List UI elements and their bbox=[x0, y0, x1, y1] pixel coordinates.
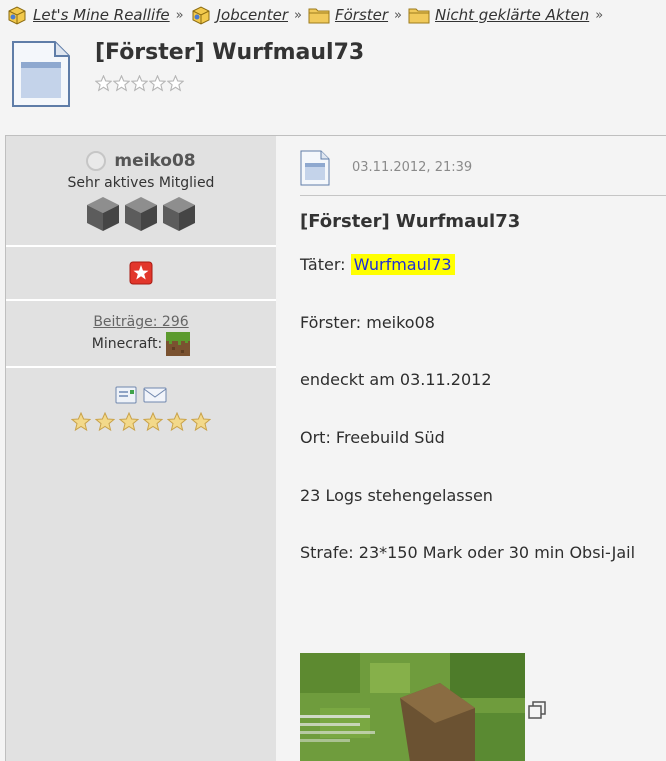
post-line-taeter: Täter: Wurfmaul73 bbox=[300, 254, 455, 275]
gold-star-icon bbox=[95, 412, 115, 432]
gold-star-icon bbox=[167, 412, 187, 432]
profile-card-icon[interactable] bbox=[115, 386, 137, 404]
breadcrumb-item-foerster[interactable]: Förster bbox=[308, 6, 388, 24]
breadcrumb-label: Nicht geklärte Akten bbox=[435, 6, 590, 24]
post-title: [Förster] Wurfmaul73 bbox=[300, 211, 521, 232]
stone-cube-icon bbox=[163, 197, 195, 231]
minecraft-screenshot[interactable] bbox=[300, 653, 525, 761]
author-contact bbox=[6, 368, 276, 448]
offline-status-icon bbox=[86, 151, 107, 171]
author-stats: Beiträge: 296 Minecraft: bbox=[6, 301, 276, 368]
breadcrumb-label: Let's Mine Reallife bbox=[33, 6, 170, 24]
breadcrumb-separator: » bbox=[595, 7, 604, 23]
gold-star-icon bbox=[191, 412, 211, 432]
grass-block-icon bbox=[166, 332, 191, 356]
empty-star-icon bbox=[167, 75, 184, 92]
breadcrumb-item-lets-mine-reallife[interactable]: Let's Mine Reallife bbox=[6, 5, 170, 25]
breadcrumb-separator: » bbox=[394, 7, 403, 23]
breadcrumb-separator: » bbox=[294, 7, 302, 23]
breadcrumb: Let's Mine Reallife » Jobcenter » Förste… bbox=[6, 3, 609, 27]
post-date: 03.11.2012, 21:39 bbox=[352, 160, 473, 175]
author-name-row: meiko08 bbox=[6, 151, 276, 171]
gold-star-icon bbox=[119, 412, 139, 432]
minecraft-label: Minecraft: bbox=[91, 336, 163, 352]
thread-rating[interactable] bbox=[95, 75, 184, 92]
author-sidebar: meiko08 Sehr aktives Mitglied Beiträge: … bbox=[6, 136, 276, 761]
empty-star-icon bbox=[149, 75, 166, 92]
rank-stars bbox=[6, 412, 276, 432]
envelope-icon[interactable] bbox=[143, 386, 167, 404]
post-document-icon bbox=[300, 150, 330, 186]
page-title: [Förster] Wurfmaul73 bbox=[95, 40, 365, 65]
enlarge-image-icon[interactable] bbox=[528, 701, 546, 719]
post-message: 03.11.2012, 21:39 [Förster] Wurfmaul73 T… bbox=[276, 136, 666, 761]
post: meiko08 Sehr aktives Mitglied Beiträge: … bbox=[5, 135, 666, 761]
board-icon bbox=[192, 6, 210, 25]
author-info: meiko08 Sehr aktives Mitglied bbox=[6, 136, 276, 247]
breadcrumb-label: Jobcenter bbox=[216, 6, 288, 24]
award-star-icon bbox=[129, 261, 153, 285]
post-line: endeckt am 03.11.2012 bbox=[300, 370, 492, 389]
message-header: 03.11.2012, 21:39 bbox=[300, 148, 666, 196]
author-rank: Sehr aktives Mitglied bbox=[67, 175, 215, 191]
contact-icons bbox=[6, 386, 276, 404]
breadcrumb-separator: » bbox=[175, 7, 184, 23]
gold-star-icon bbox=[143, 412, 163, 432]
author-badge-section bbox=[6, 247, 276, 301]
folder-icon bbox=[308, 8, 330, 24]
board-icon bbox=[8, 6, 26, 25]
taeter-label: Täter: bbox=[300, 255, 346, 274]
taeter-name: Wurfmaul73 bbox=[350, 254, 455, 275]
author-username[interactable]: meiko08 bbox=[114, 151, 195, 171]
folder-icon bbox=[408, 8, 430, 24]
empty-star-icon bbox=[131, 75, 148, 92]
post-line: 23 Logs stehengelassen bbox=[300, 486, 493, 505]
breadcrumb-item-nicht-geklaerte-akten[interactable]: Nicht geklärte Akten bbox=[408, 6, 589, 24]
empty-star-icon bbox=[113, 75, 130, 92]
post-line: Ort: Freebuild Süd bbox=[300, 428, 445, 447]
breadcrumb-label: Förster bbox=[334, 6, 389, 24]
empty-star-icon bbox=[95, 75, 112, 92]
post-line: Förster: meiko08 bbox=[300, 313, 435, 332]
breadcrumb-item-jobcenter[interactable]: Jobcenter bbox=[190, 5, 288, 25]
author-post-count-link[interactable]: Beiträge: 296 bbox=[6, 314, 276, 330]
stone-cube-icon bbox=[125, 197, 157, 231]
author-minecraft-row: Minecraft: bbox=[6, 332, 276, 356]
thread-document-icon bbox=[12, 41, 70, 107]
rank-images bbox=[6, 195, 276, 233]
stone-cube-icon bbox=[87, 197, 119, 231]
post-line: Strafe: 23*150 Mark oder 30 min Obsi-Jai… bbox=[300, 543, 636, 562]
gold-star-icon bbox=[71, 412, 91, 432]
